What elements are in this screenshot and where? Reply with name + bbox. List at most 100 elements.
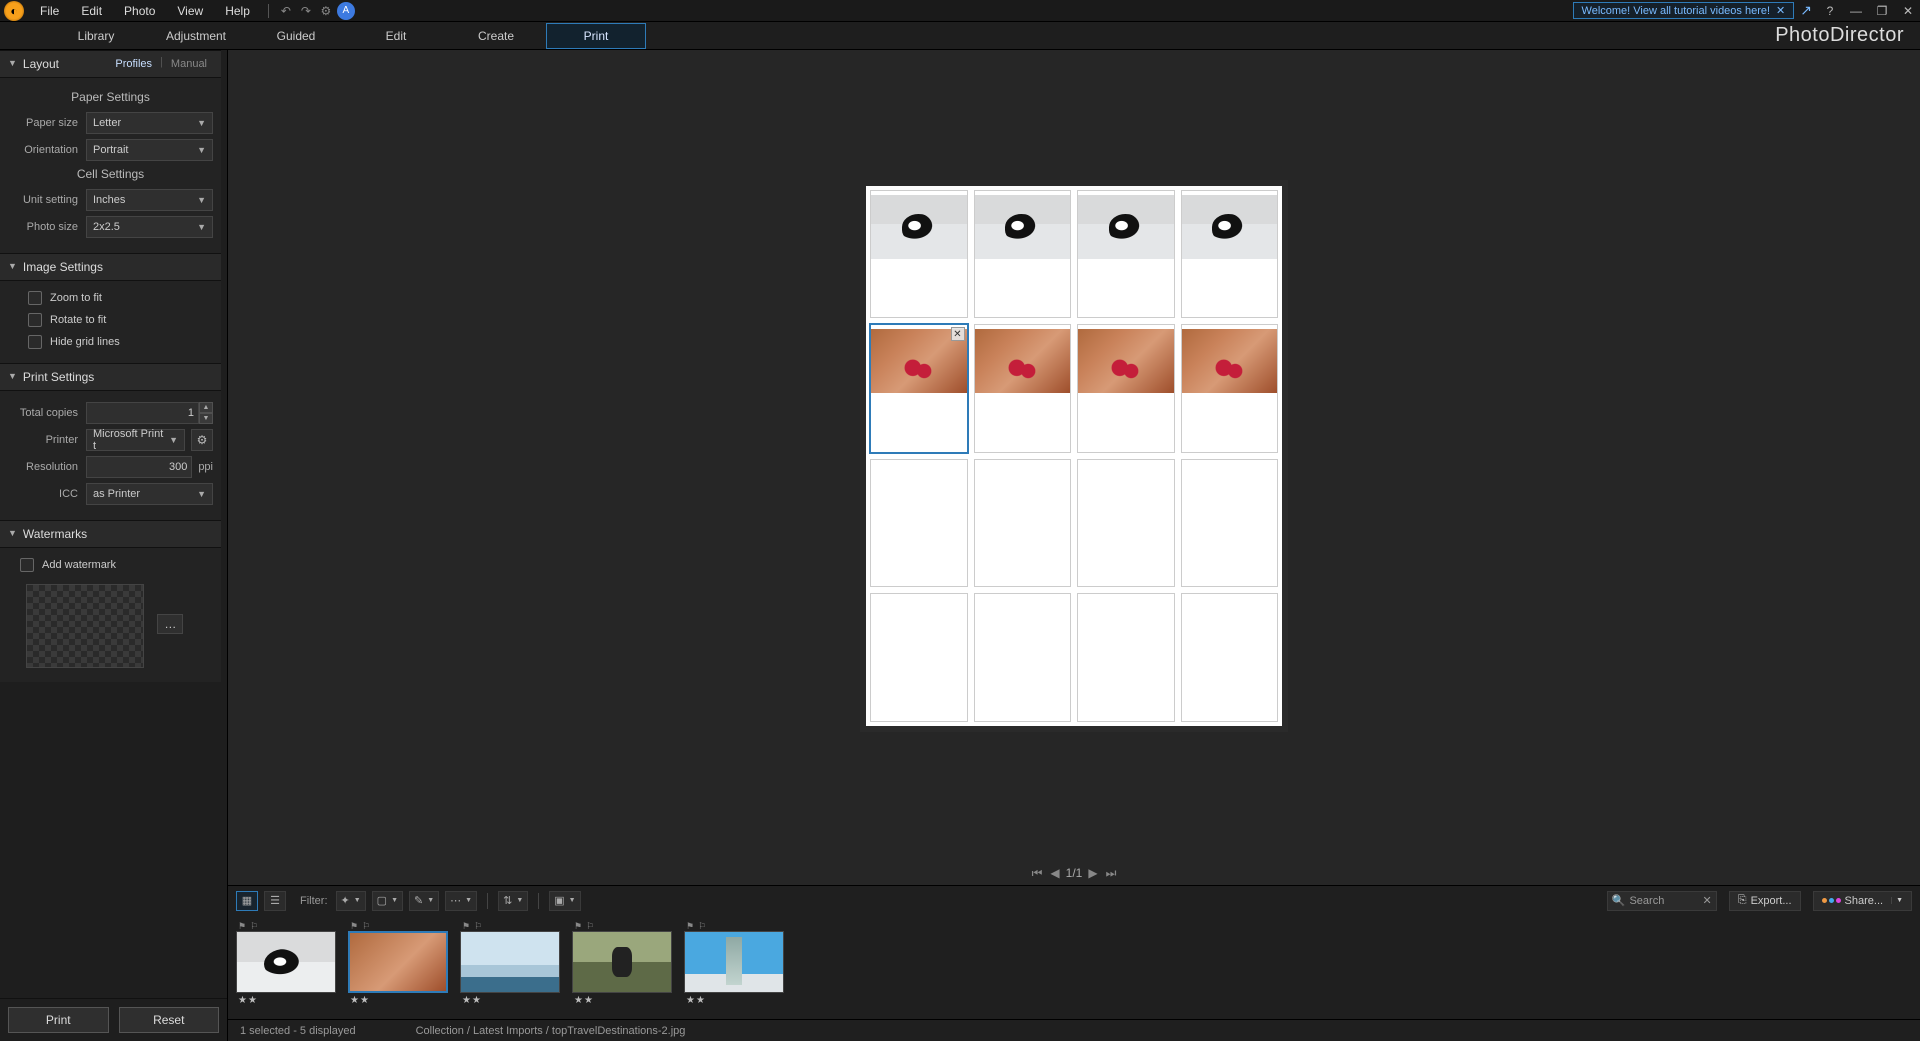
filmstrip-thumb[interactable]: ⚑ ⚐ ★★: [460, 921, 560, 1008]
tab-adjustment[interactable]: Adjustment: [146, 24, 246, 48]
checkbox-hide-grid-lines[interactable]: Hide grid lines: [8, 331, 213, 353]
rating-stars[interactable]: ★★: [348, 993, 448, 1008]
page-last-icon[interactable]: ⏭: [1104, 866, 1119, 881]
flag-icon[interactable]: ⚑: [350, 921, 358, 932]
checkbox-rotate-to-fit[interactable]: Rotate to fit: [8, 309, 213, 331]
flag-outline-icon[interactable]: ⚐: [586, 921, 594, 932]
print-cell[interactable]: [1077, 324, 1175, 453]
maximize-icon[interactable]: ❐: [1874, 3, 1890, 19]
flag-icon[interactable]: ⚑: [238, 921, 246, 932]
section-layout-header[interactable]: ▼ Layout Profiles | Manual: [0, 50, 221, 78]
print-cell[interactable]: [1077, 593, 1175, 722]
print-cell[interactable]: ✕: [870, 324, 968, 453]
print-cell[interactable]: [870, 593, 968, 722]
rating-stars[interactable]: ★★: [460, 993, 560, 1008]
tab-print[interactable]: Print: [546, 23, 646, 49]
menu-view[interactable]: View: [167, 2, 213, 20]
filmstrip-thumb[interactable]: ⚑ ⚐ ★★: [348, 921, 448, 1008]
tab-edit[interactable]: Edit: [346, 24, 446, 48]
flag-outline-icon[interactable]: ⚐: [474, 921, 482, 932]
filmstrip-thumb[interactable]: ⚑ ⚐ ★★: [684, 921, 784, 1008]
flag-icon[interactable]: ⚑: [574, 921, 582, 932]
print-cell[interactable]: [1077, 459, 1175, 588]
tab-guided[interactable]: Guided: [246, 24, 346, 48]
photo-size-select[interactable]: 2x2.5▼: [86, 216, 213, 238]
reset-button[interactable]: Reset: [119, 1007, 220, 1033]
menu-file[interactable]: File: [30, 2, 69, 20]
clear-search-icon[interactable]: ✕: [1703, 894, 1712, 907]
filmstrip-thumb[interactable]: ⚑ ⚐ ★★: [572, 921, 672, 1008]
close-icon[interactable]: ✕: [1776, 4, 1785, 17]
rating-stars[interactable]: ★★: [236, 993, 336, 1008]
filter-autofix-button[interactable]: ✦▼: [336, 891, 366, 911]
filter-crop-button[interactable]: ▢▼: [372, 891, 403, 911]
print-cell[interactable]: [1181, 593, 1279, 722]
print-cell[interactable]: [1077, 190, 1175, 319]
flag-outline-icon[interactable]: ⚐: [698, 921, 706, 932]
layout-subtab-manual[interactable]: Manual: [165, 56, 213, 72]
resolution-input[interactable]: [86, 456, 192, 478]
search-input[interactable]: 🔍 Search ✕: [1607, 891, 1717, 911]
paper-size-select[interactable]: Letter▼: [86, 112, 213, 134]
print-cell[interactable]: [1181, 324, 1279, 453]
gear-icon[interactable]: ⚙: [317, 2, 335, 20]
print-cell[interactable]: [974, 593, 1072, 722]
tutorial-banner[interactable]: Welcome! View all tutorial videos here! …: [1573, 2, 1795, 19]
export-button[interactable]: ⎘ Export...: [1729, 891, 1801, 911]
tab-library[interactable]: Library: [46, 24, 146, 48]
checkbox-zoom-to-fit[interactable]: Zoom to fit: [8, 287, 213, 309]
filter-more-button[interactable]: ⋯▼: [445, 891, 477, 911]
print-cell[interactable]: [1181, 190, 1279, 319]
section-watermarks-header[interactable]: ▼ Watermarks: [0, 520, 221, 548]
stack-button[interactable]: ▣▼: [549, 891, 580, 911]
rating-stars[interactable]: ★★: [572, 993, 672, 1008]
redo-icon[interactable]: ↷: [297, 2, 315, 20]
undo-icon[interactable]: ↶: [277, 2, 295, 20]
help-icon[interactable]: ?: [1822, 3, 1838, 19]
orientation-select[interactable]: Portrait▼: [86, 139, 213, 161]
print-button[interactable]: Print: [8, 1007, 109, 1033]
account-avatar[interactable]: A: [337, 2, 355, 20]
icc-select[interactable]: as Printer▼: [86, 483, 213, 505]
minimize-icon[interactable]: —: [1848, 3, 1864, 19]
share-button[interactable]: Share... ▼: [1813, 891, 1912, 911]
print-cell[interactable]: [974, 324, 1072, 453]
printer-select[interactable]: Microsoft Print t▼: [86, 429, 185, 451]
spinner-buttons[interactable]: ▲▼: [199, 402, 213, 424]
view-list-button[interactable]: ☰: [264, 891, 286, 911]
menu-help[interactable]: Help: [215, 2, 260, 20]
page-first-icon[interactable]: ⏮: [1030, 866, 1045, 881]
section-image-header[interactable]: ▼ Image Settings: [0, 253, 221, 281]
view-grid-button[interactable]: ▦: [236, 891, 258, 911]
sort-button[interactable]: ⇅▼: [498, 891, 528, 911]
filmstrip-thumb[interactable]: ⚑ ⚐ ★★: [236, 921, 336, 1008]
printer-settings-button[interactable]: ⚙: [191, 429, 213, 451]
layout-subtab-profiles[interactable]: Profiles: [109, 56, 158, 72]
print-cell[interactable]: [974, 190, 1072, 319]
flag-icon[interactable]: ⚑: [686, 921, 694, 932]
section-print-header[interactable]: ▼ Print Settings: [0, 363, 221, 391]
page-next-icon[interactable]: ▶: [1086, 866, 1099, 880]
print-cell[interactable]: [870, 190, 968, 319]
watermark-more-button[interactable]: …: [157, 614, 183, 634]
tab-create[interactable]: Create: [446, 24, 546, 48]
menu-photo[interactable]: Photo: [114, 2, 165, 20]
print-cell[interactable]: [1181, 459, 1279, 588]
flag-outline-icon[interactable]: ⚐: [362, 921, 370, 932]
total-copies-input[interactable]: [86, 402, 199, 424]
menu-edit[interactable]: Edit: [71, 2, 112, 20]
print-cell[interactable]: [974, 459, 1072, 588]
flag-outline-icon[interactable]: ⚐: [250, 921, 258, 932]
unit-setting-select[interactable]: Inches▼: [86, 189, 213, 211]
close-window-icon[interactable]: ✕: [1900, 3, 1916, 19]
export-icon: ⎘: [1738, 894, 1747, 907]
print-cell[interactable]: [870, 459, 968, 588]
rating-stars[interactable]: ★★: [684, 993, 784, 1008]
remove-photo-icon[interactable]: ✕: [951, 327, 965, 341]
checkbox-add-watermark[interactable]: Add watermark: [8, 554, 213, 576]
left-panel-scroll[interactable]: ▼ Layout Profiles | Manual Paper Setting…: [0, 50, 227, 998]
page-prev-icon[interactable]: ◀: [1048, 866, 1061, 880]
filter-edit-button[interactable]: ✎▼: [409, 891, 439, 911]
chevron-down-icon: ▼: [8, 371, 17, 381]
flag-icon[interactable]: ⚑: [462, 921, 470, 932]
